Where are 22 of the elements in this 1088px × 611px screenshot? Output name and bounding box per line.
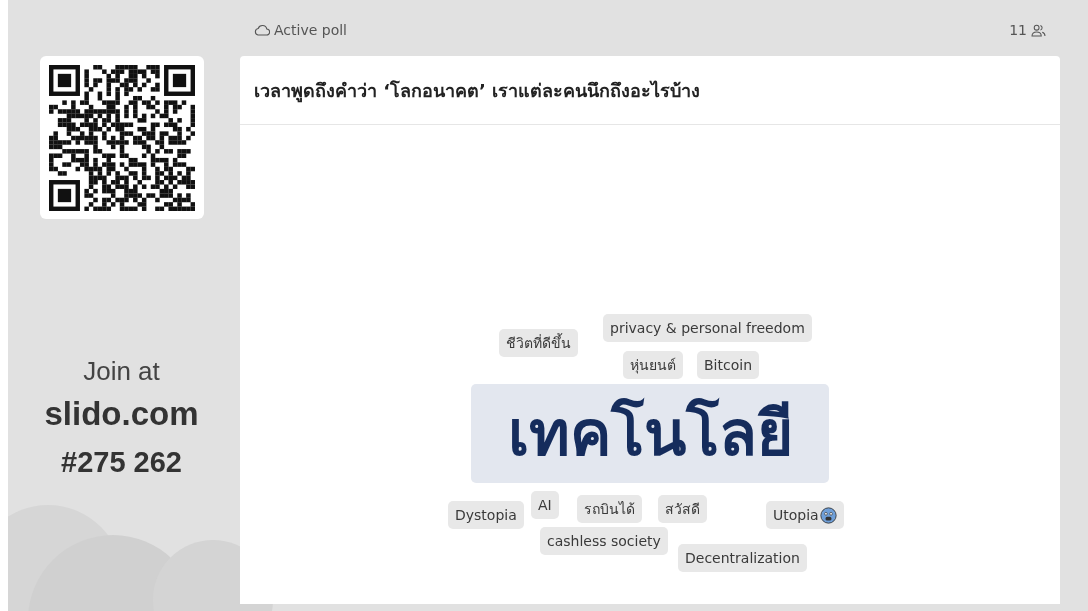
poll-question: เวลาพูดถึงคำว่า ‘โลกอนาคต’ เราแต่ละคนนึกถึงอะไรบ้าง xyxy=(254,78,701,105)
word-tag: สวัสดี xyxy=(658,495,707,523)
word-tag: รถบินได้ xyxy=(577,495,642,523)
word-label: Utopia xyxy=(773,506,819,525)
word-tag: Decentralization xyxy=(678,544,807,572)
word-tag: Dystopia xyxy=(448,501,524,529)
word-tag: AI xyxy=(531,491,559,519)
join-prompt: Join at xyxy=(83,355,160,388)
participant-count: 11 xyxy=(1009,22,1027,38)
fearful-face-icon xyxy=(819,506,837,524)
join-site: slido.com xyxy=(44,394,199,434)
cloud-icon xyxy=(254,24,270,36)
event-code: #275 262 xyxy=(61,445,182,480)
qr-code-icon xyxy=(48,64,195,211)
poll-status: Active poll xyxy=(274,22,347,38)
word-tag: cashless society xyxy=(540,527,668,555)
word-tag: privacy & personal freedom xyxy=(603,314,812,342)
people-icon xyxy=(1031,23,1046,37)
word-tag: Bitcoin xyxy=(697,351,759,379)
word-tag: ชีวิตที่ดีขึ้น xyxy=(499,329,578,357)
top-word: เทคโนโลยี xyxy=(471,384,829,483)
word-tag: หุ่นยนต์ xyxy=(623,351,683,379)
